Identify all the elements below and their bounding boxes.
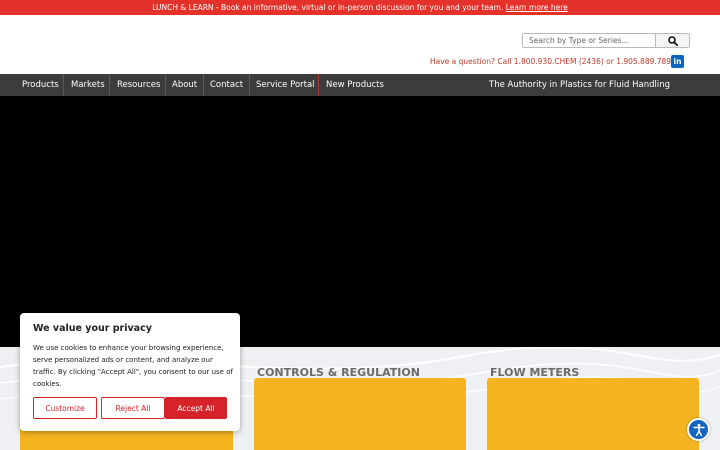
cookie-customize-button[interactable]: Customize bbox=[33, 397, 97, 419]
category-card-flow-meters[interactable] bbox=[487, 378, 699, 450]
nav-divider bbox=[63, 74, 64, 96]
site-tagline: The Authority in Plastics for Fluid Hand… bbox=[489, 80, 671, 90]
linkedin-icon[interactable]: in bbox=[671, 55, 684, 68]
site-header: Have a question? Call 1.800.930.CHEM (24… bbox=[0, 15, 720, 74]
nav-divider bbox=[165, 74, 166, 96]
promo-text: LUNCH & LEARN - Book an informative, vir… bbox=[152, 3, 504, 12]
cookie-consent-dialog: We value your privacy We use cookies to … bbox=[20, 313, 240, 431]
search-bar bbox=[522, 33, 690, 48]
nav-divider bbox=[203, 74, 204, 96]
search-input[interactable] bbox=[523, 34, 655, 47]
promo-banner: LUNCH & LEARN - Book an informative, vir… bbox=[0, 0, 720, 15]
nav-contact[interactable]: Contact bbox=[210, 74, 243, 96]
linkedin-glyph: in bbox=[673, 57, 682, 66]
main-nav: Products Markets Resources About Contact… bbox=[0, 74, 720, 96]
contact-phone[interactable]: Have a question? Call 1.800.930.CHEM (24… bbox=[430, 57, 676, 66]
category-card-controls[interactable] bbox=[254, 378, 466, 450]
nav-new-products[interactable]: New Products bbox=[326, 74, 384, 96]
cookie-accept-button[interactable]: Accept All bbox=[165, 397, 227, 419]
search-icon bbox=[667, 35, 678, 46]
promo-learn-more-link[interactable]: Learn more here bbox=[506, 3, 568, 12]
accessibility-icon bbox=[692, 423, 705, 436]
cookie-message: We use cookies to enhance your browsing … bbox=[33, 344, 233, 388]
accessibility-button[interactable] bbox=[687, 418, 710, 441]
search-button[interactable] bbox=[655, 34, 689, 47]
nav-resources[interactable]: Resources bbox=[117, 74, 160, 96]
hero-video[interactable] bbox=[0, 96, 720, 347]
nav-about[interactable]: About bbox=[172, 74, 197, 96]
nav-divider bbox=[318, 74, 319, 96]
nav-service-portal[interactable]: Service Portal bbox=[256, 74, 315, 96]
cookie-title: We value your privacy bbox=[33, 323, 152, 334]
nav-divider bbox=[249, 74, 250, 96]
nav-divider bbox=[109, 74, 110, 96]
cookie-reject-button[interactable]: Reject All bbox=[101, 397, 165, 419]
nav-products[interactable]: Products bbox=[22, 74, 59, 96]
nav-markets[interactable]: Markets bbox=[71, 74, 105, 96]
